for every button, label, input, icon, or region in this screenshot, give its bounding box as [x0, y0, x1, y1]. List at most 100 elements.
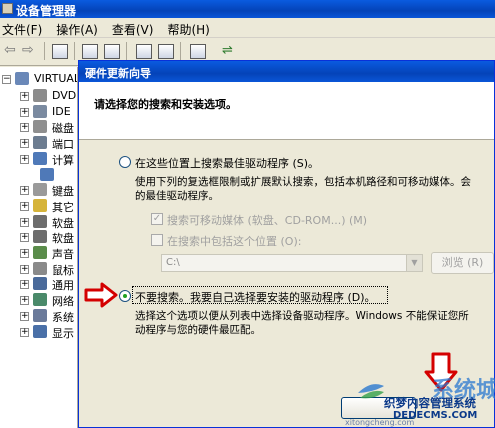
tree-item-label: 软盘: [52, 232, 74, 245]
sound-icon: [33, 246, 47, 259]
window-titlebar[interactable]: 设备管理器: [0, 0, 495, 18]
wizard-titlebar[interactable]: 硬件更新向导: [79, 61, 494, 82]
window-title: 设备管理器: [16, 4, 77, 18]
expand-icon[interactable]: +: [20, 296, 29, 305]
tree-item[interactable]: + 鼠标: [0, 261, 77, 277]
forward-icon[interactable]: ⇨: [22, 42, 38, 58]
toolbar-separator: [74, 42, 75, 60]
print-icon[interactable]: [104, 44, 120, 59]
option-manual-desc-1: 选择这个选项以便从列表中选择设备驱动程序。Windows 不能保证您所: [135, 310, 469, 322]
tree-item-label: 其它: [52, 201, 74, 214]
expand-icon[interactable]: +: [20, 249, 29, 258]
expand-icon[interactable]: +: [20, 280, 29, 289]
expand-icon[interactable]: +: [20, 328, 29, 337]
floppy-controller-icon: [33, 215, 47, 228]
tree-item[interactable]: + 通用: [0, 276, 77, 292]
network-icon: [33, 293, 47, 306]
show-hide-tree-icon[interactable]: [52, 44, 68, 59]
tree-item-label: 声音: [52, 248, 74, 261]
checkbox-include-location[interactable]: [151, 234, 163, 246]
tree-item[interactable]: + 显示: [0, 324, 77, 340]
tree-item-label: 通用: [52, 279, 74, 292]
tree-item[interactable]: + IDE: [0, 104, 77, 120]
watermark-url: xitongcheng.com: [345, 418, 415, 427]
tree-item[interactable]: + 软盘: [0, 229, 77, 245]
scan-hardware-icon[interactable]: [190, 44, 206, 59]
device-tree[interactable]: − VIRTUAL + DVD + IDE + 磁盘 + 端口 + 计算 + 键盘 + 其它 + 软盘 + 软盘 +…: [0, 67, 78, 428]
expand-icon[interactable]: +: [20, 186, 29, 195]
expand-icon[interactable]: +: [20, 92, 29, 101]
mouse-icon: [33, 262, 47, 275]
option-manual-label[interactable]: 不要搜索。我要自己选择要安装的驱动程序 (D)。: [135, 289, 376, 305]
expand-icon[interactable]: +: [20, 139, 29, 148]
tree-item-label: 端口: [52, 138, 74, 151]
tree-item[interactable]: + 其它: [0, 198, 77, 214]
tree-item-label: 显示: [52, 327, 74, 340]
ide-controller-icon: [33, 105, 47, 118]
option-search-desc-1: 使用下列的复选框限制或扩展默认搜索，包括本机路径和可移动媒体。会: [135, 176, 471, 188]
port-icon: [33, 136, 47, 149]
menu-file[interactable]: 文件(F): [2, 21, 42, 37]
keyboard-icon: [33, 183, 47, 196]
tree-item-label: IDE: [52, 105, 71, 118]
expand-icon[interactable]: +: [20, 265, 29, 274]
tree-item[interactable]: [0, 167, 77, 183]
display-icon: [33, 325, 47, 338]
unknown-device-icon: [33, 199, 47, 212]
watermark-logo-icon: [358, 384, 384, 399]
tree-item[interactable]: + 网络: [0, 292, 77, 308]
toolbar-separator: [126, 42, 127, 60]
checkbox-removable-media[interactable]: ✓: [151, 213, 163, 225]
wizard-title: 硬件更新向导: [85, 67, 151, 80]
usb-icon: [33, 277, 47, 290]
radio-search-locations[interactable]: [119, 156, 131, 168]
menu-action[interactable]: 操作(A): [56, 21, 98, 37]
tree-item[interactable]: + DVD: [0, 88, 77, 104]
update-driver-icon[interactable]: ⇌: [222, 43, 238, 58]
expand-icon[interactable]: +: [20, 155, 29, 164]
expand-icon[interactable]: +: [20, 123, 29, 132]
tree-item[interactable]: + 磁盘: [0, 119, 77, 135]
tree-item[interactable]: + 键盘: [0, 182, 77, 198]
collapse-icon[interactable]: −: [2, 75, 11, 84]
computer-icon: [15, 72, 29, 85]
annotation-arrow-right-icon: [84, 282, 118, 308]
view-icon[interactable]: [158, 44, 174, 59]
computer-child-icon: [40, 168, 54, 181]
tree-item-label: 磁盘: [52, 122, 74, 135]
option-manual-desc-2: 动程序与您的硬件最匹配。: [135, 324, 261, 336]
back-icon[interactable]: ⇦: [4, 42, 20, 58]
browse-button[interactable]: 浏览 (R): [431, 252, 494, 274]
tree-item-label: 网络: [52, 295, 74, 308]
tree-root[interactable]: − VIRTUAL: [0, 71, 77, 87]
toolbar-separator: [44, 42, 45, 60]
location-path-combo[interactable]: C:\ ▼: [161, 254, 423, 272]
disk-drive-icon: [33, 120, 47, 133]
expand-icon[interactable]: +: [20, 218, 29, 227]
option-search-label[interactable]: 在这些位置上搜索最佳驱动程序 (S)。: [135, 155, 319, 171]
properties-icon[interactable]: [82, 44, 98, 59]
menu-help[interactable]: 帮助(H): [167, 21, 209, 37]
menu-view[interactable]: 查看(V): [112, 21, 154, 37]
option-search-desc-2: 的最佳驱动程序。: [135, 190, 219, 202]
dvd-drive-icon: [33, 89, 47, 102]
wizard-heading: 请选择您的搜索和安装选项。: [94, 98, 237, 111]
tree-item[interactable]: + 系统: [0, 308, 77, 324]
location-path-value: C:\: [166, 257, 180, 268]
tree-item-label: 键盘: [52, 185, 74, 198]
tree-item[interactable]: + 计算: [0, 151, 77, 167]
tree-item[interactable]: + 声音: [0, 245, 77, 261]
device-manager-icon: [2, 3, 13, 14]
tree-item[interactable]: + 端口: [0, 135, 77, 151]
tree-item-label: 系统: [52, 311, 74, 324]
tree-item[interactable]: + 软盘: [0, 214, 77, 230]
dropdown-arrow-icon[interactable]: ▼: [406, 255, 422, 271]
tree-item-label: 计算: [52, 154, 74, 167]
expand-icon[interactable]: +: [20, 108, 29, 117]
removable-media-label: 搜索可移动媒体 (软盘、CD-ROM...) (M): [167, 214, 368, 227]
radio-manual-select[interactable]: [119, 290, 131, 302]
expand-icon[interactable]: +: [20, 202, 29, 211]
expand-icon[interactable]: +: [20, 233, 29, 242]
expand-icon[interactable]: +: [20, 312, 29, 321]
help-icon[interactable]: [136, 44, 152, 59]
